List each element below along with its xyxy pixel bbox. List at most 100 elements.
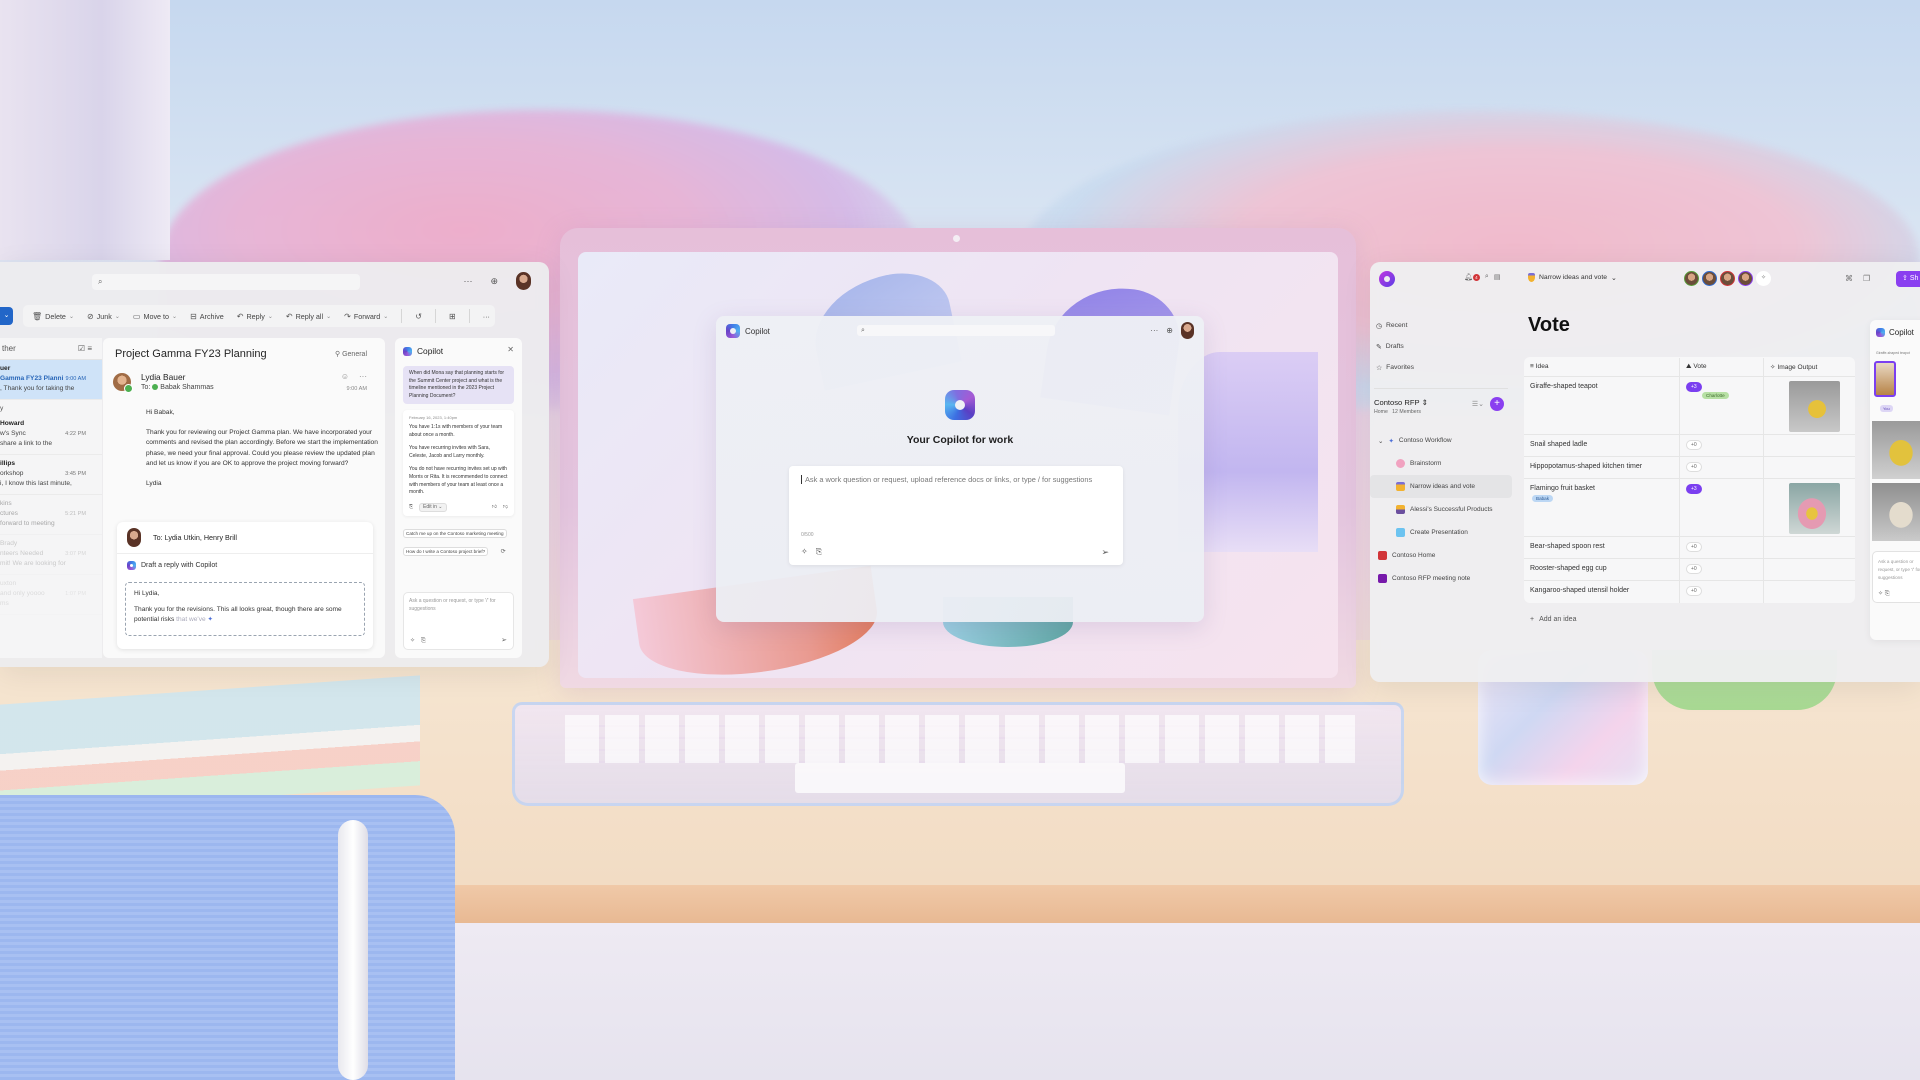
sort-menu-icon[interactable]: ☰⌄ xyxy=(1472,400,1484,408)
apps-button[interactable]: ⊞ xyxy=(449,312,456,321)
tree-item[interactable]: Contoso RFP meeting note xyxy=(1370,567,1512,590)
loop-copilot-pane: Copilot Giraffe-shaped teapot You Ask a … xyxy=(1870,320,1920,640)
search-box[interactable]: ⌕ xyxy=(857,325,1055,336)
page-breadcrumb[interactable]: Narrow ideas and vote ⌄ xyxy=(1528,273,1617,282)
flamingo-basket-image[interactable] xyxy=(1789,483,1840,534)
refresh-icon[interactable]: ⟳ xyxy=(501,549,506,555)
collapse-sidebar-icon[interactable]: ▤ xyxy=(1494,273,1501,281)
more-options-button[interactable]: ··· xyxy=(463,276,472,286)
nav-drafts[interactable]: ✎ Drafts xyxy=(1376,336,1414,357)
sender-avatar[interactable] xyxy=(113,373,133,393)
collaborator-avatar[interactable] xyxy=(1720,271,1735,286)
collaborator-avatar[interactable] xyxy=(1738,271,1753,286)
reply-recipients[interactable]: To: Lydia Utkin, Henry Brill xyxy=(153,533,237,542)
more-icon[interactable]: ··· xyxy=(359,372,367,381)
tree-item[interactable]: Narrow ideas and vote xyxy=(1370,475,1512,498)
suggestion-chip[interactable]: Catch me up on the Contoso marketing mee… xyxy=(403,529,507,539)
vote-button[interactable]: +0 xyxy=(1686,564,1702,574)
copilot-sparkle-button[interactable]: ✧ xyxy=(1756,271,1771,286)
vote-button[interactable]: +3 xyxy=(1686,484,1702,494)
notifications-icon[interactable]: 🔔︎ 4 xyxy=(1464,273,1480,281)
copilot-chat-input[interactable]: Ask a question or request, or type '/' f… xyxy=(403,592,514,650)
vote-button[interactable]: +0 xyxy=(1686,586,1702,596)
reply-button[interactable]: ↶ Reply ⌄ xyxy=(237,312,273,321)
attach-icon[interactable]: ⎘ xyxy=(1885,591,1890,597)
column-header-image-output[interactable]: ✧ Image Output xyxy=(1764,358,1855,375)
send-icon[interactable]: ➢ xyxy=(1101,547,1109,558)
delete-button[interactable]: 🗑 Delete ⌄ xyxy=(32,312,74,321)
message-list-item[interactable]: Howard w's Sync share a link to the 4:22… xyxy=(0,415,102,455)
copy-icon[interactable]: ⎘ xyxy=(409,504,413,512)
new-mail-dropdown[interactable]: ⌄ xyxy=(0,307,13,325)
copilot-hero-logo-icon xyxy=(945,390,975,420)
add-icon[interactable]: ⊕ xyxy=(490,276,498,287)
vote-button[interactable]: +0 xyxy=(1686,462,1702,472)
undo-button[interactable]: ↺ xyxy=(415,312,422,321)
forward-button[interactable]: ↷ Forward ⌄ xyxy=(344,312,388,321)
send-icon[interactable]: ➢ xyxy=(501,637,507,645)
sparkle-prompts-icon[interactable]: ✧ xyxy=(801,547,808,557)
add-icon[interactable]: ⊕ xyxy=(1166,326,1173,335)
emoji-reaction-icon[interactable]: ☺ xyxy=(341,372,349,381)
suggestion-chip[interactable]: How do I write a Contoso project brief? xyxy=(403,547,489,557)
tree-item[interactable]: Contoso Home xyxy=(1370,544,1512,567)
tab-other[interactable]: ther xyxy=(2,344,16,353)
message-list-item[interactable]: Brady nteers Needed mit! We are looking … xyxy=(0,535,102,575)
thumbs-down-icon[interactable]: 👎︎ xyxy=(503,504,508,512)
vote-button[interactable]: +0 xyxy=(1686,440,1702,450)
components-icon[interactable]: ⌘ xyxy=(1845,274,1853,283)
collaborator-avatar[interactable] xyxy=(1684,271,1699,286)
user-avatar[interactable] xyxy=(516,272,531,290)
tree-item[interactable]: Alessi's Successful Products xyxy=(1370,498,1512,521)
tree-item[interactable]: Create Presentation xyxy=(1370,521,1512,544)
copy-page-icon[interactable]: ❐ xyxy=(1863,274,1870,283)
attach-icon[interactable]: ⎘ xyxy=(421,637,426,645)
generated-image[interactable] xyxy=(1872,483,1920,541)
draft-with-copilot-button[interactable]: Draft a reply with Copilot xyxy=(117,554,373,570)
draft-text-area[interactable]: Hi Lydia, Thank you for the revisions. T… xyxy=(125,582,365,636)
search-icon[interactable]: ⌕ xyxy=(1485,273,1489,281)
junk-button[interactable]: ⊘ Junk ⌄ xyxy=(87,312,120,321)
sender-name[interactable]: Lydia Bauer xyxy=(141,372,185,382)
more-actions-button[interactable]: ··· xyxy=(483,312,490,321)
column-header-idea[interactable]: ≡ Idea xyxy=(1524,357,1680,376)
add-idea-button[interactable]: + Add an idea xyxy=(1530,616,1576,623)
nav-favorites[interactable]: ☆ Favorites xyxy=(1376,357,1414,378)
tree-item[interactable]: ⌄ ✦ Contoso Workflow xyxy=(1370,429,1512,452)
message-list-item[interactable]: uer Gamma FY23 Planni , Thank you for ta… xyxy=(0,360,102,400)
selected-reference-image[interactable] xyxy=(1874,361,1896,397)
close-icon[interactable]: ✕ xyxy=(507,345,514,354)
sparkle-prompts-icon[interactable]: ✧ xyxy=(410,637,415,645)
search-input[interactable]: ⌕ xyxy=(92,274,360,290)
attach-icon[interactable]: ⎘ xyxy=(816,547,822,557)
column-header-vote[interactable]: ⛰ Vote xyxy=(1680,357,1764,376)
message-list-item[interactable]: uxton and only yoooo ms 1:07 PM xyxy=(0,575,102,615)
tree-item[interactable]: Brainstorm xyxy=(1370,452,1512,475)
message-list-item[interactable]: illips orkshop i, I know this last minut… xyxy=(0,455,102,495)
select-icon[interactable]: ☑ xyxy=(78,344,85,353)
reply-all-button[interactable]: ↶ Reply all ⌄ xyxy=(286,312,331,321)
generated-image[interactable] xyxy=(1872,421,1920,479)
recipient-name[interactable]: Babak Shammas xyxy=(160,384,213,391)
nav-recent[interactable]: ◷ Recent xyxy=(1376,315,1414,336)
sensitivity-label[interactable]: ⚲ General xyxy=(335,350,367,358)
thumbs-up-icon[interactable]: 👍︎ xyxy=(492,504,497,512)
sparkle-prompts-icon[interactable]: ✧ xyxy=(1878,591,1883,597)
vote-button[interactable]: +3 xyxy=(1686,382,1702,392)
filter-icon[interactable]: ≡ xyxy=(87,344,92,353)
collaborator-avatar[interactable] xyxy=(1702,271,1717,286)
add-page-button[interactable]: + xyxy=(1490,397,1504,411)
edit-in-button[interactable]: Edit in ⌄ xyxy=(419,502,447,513)
move-to-button[interactable]: ▭ Move to ⌄ xyxy=(133,312,177,321)
archive-button[interactable]: ⊟ Archive xyxy=(190,312,224,321)
user-avatar[interactable] xyxy=(1181,322,1194,339)
vote-button[interactable]: +0 xyxy=(1686,542,1702,552)
copilot-chat-input[interactable]: Ask a question or request, or type '/' f… xyxy=(1872,551,1920,603)
share-button[interactable]: ⇪ Sh xyxy=(1896,271,1920,287)
message-subject: Project Gamma FY23 Planning xyxy=(115,348,267,360)
giraffe-teapot-image[interactable] xyxy=(1789,381,1840,432)
prompt-input[interactable]: Ask a work question or request, upload r… xyxy=(789,466,1123,565)
message-list-item[interactable]: kins ctures forward to meeting 5:21 PM xyxy=(0,495,102,535)
more-options-button[interactable]: ··· xyxy=(1150,326,1158,335)
workspace-name[interactable]: Contoso RFP ⇕ xyxy=(1374,398,1508,407)
